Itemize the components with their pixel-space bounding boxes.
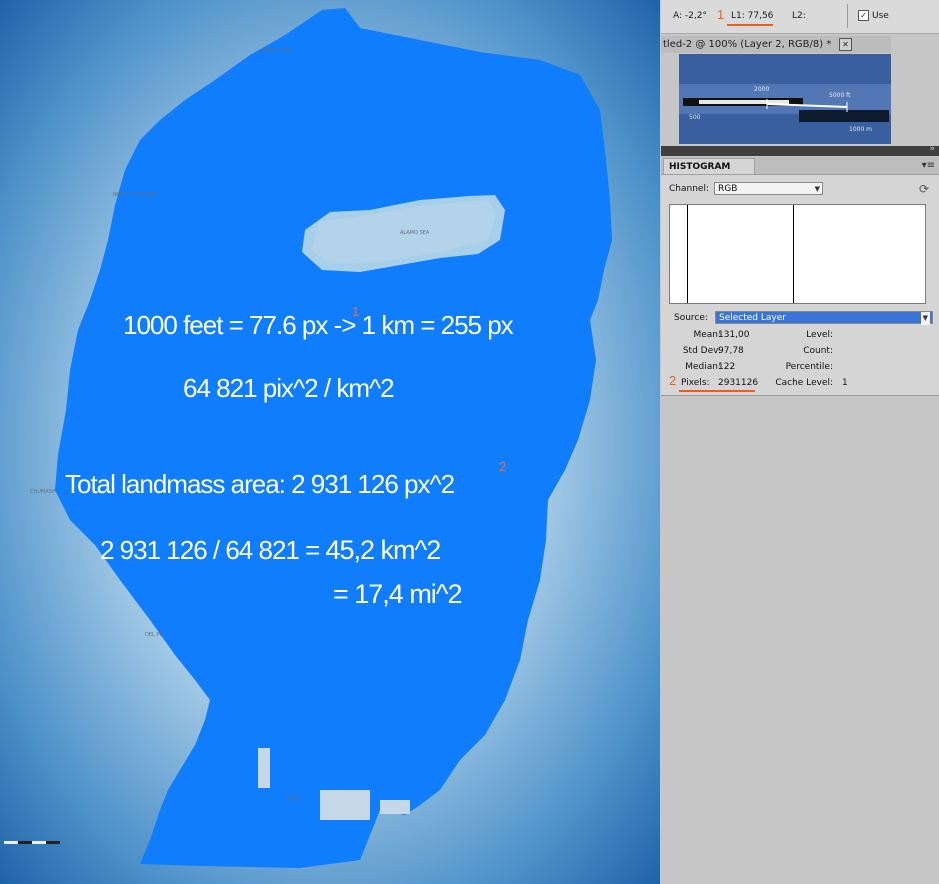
histogram-marker-2: 2 [669, 373, 677, 388]
level-label: Level: [806, 330, 833, 340]
histogram-bar [793, 205, 794, 303]
pixels-label: Pixels: [681, 378, 710, 388]
map-canvas[interactable]: PALETO BAY NORTH CHUMASH CHUMASH DEL PE … [0, 0, 660, 884]
map-label-alamo: ALAMO SEA [400, 230, 430, 236]
map-label-port: PORT [286, 796, 300, 802]
options-marker-1: 1 [717, 7, 725, 22]
count-label: Count: [803, 346, 833, 356]
ruler-options-bar: A: -2,2° 1 L1: 77,56 L2: ✓ Use [661, 0, 939, 34]
channel-select[interactable]: RGB ▼ [714, 182, 823, 195]
map-label-chumash: CHUMASH [30, 489, 56, 495]
median-value: 122 [718, 362, 736, 372]
map-scale-bar [4, 841, 60, 844]
cache-level-value: 1 [842, 378, 848, 388]
thumb-label-500: 500 [689, 114, 701, 121]
annotation-mi2-result: = 17,4 mi^2 [333, 579, 462, 609]
histogram-tab-bar: HISTOGRAM ▾≡ [661, 157, 939, 175]
histogram-graph [669, 204, 926, 304]
thumb-label-2000: 2000 [754, 86, 770, 93]
use-label: Use [872, 11, 889, 21]
channel-value: RGB [718, 184, 738, 194]
annotation-scale-conversion: 1000 feet = 77.6 px -> 1 km = 255 px [123, 310, 514, 340]
annotation-marker-1: 1 [352, 304, 360, 319]
panel-menu-icon[interactable]: ▾≡ [922, 160, 935, 171]
map-label-paleto: PALETO BAY [262, 48, 293, 54]
chevron-down-icon: ▼ [920, 312, 930, 325]
cache-level-label: Cache Level: [775, 378, 833, 388]
source-value: Selected Layer [719, 313, 786, 323]
length-l1-readout: L1: 77,56 [731, 11, 774, 21]
collapse-arrows-icon[interactable]: » [929, 144, 935, 154]
right-panel-area: A: -2,2° 1 L1: 77,56 L2: ✓ Use tled-2 @ … [661, 0, 939, 884]
mean-value: 131,00 [718, 330, 750, 340]
pixels-highlight-underline [679, 390, 755, 392]
panel-collapse-bar[interactable]: » [661, 144, 939, 156]
options-divider [847, 4, 848, 28]
source-label: Source: [674, 313, 708, 323]
map-label-north-chumash: NORTH CHUMASH [113, 192, 158, 198]
angle-readout: A: -2,2° [673, 11, 707, 21]
refresh-icon[interactable]: ⟳ [919, 182, 929, 196]
chevron-down-icon: ▼ [814, 185, 820, 193]
percentile-label: Percentile: [785, 362, 833, 372]
use-checkbox[interactable]: ✓ [858, 10, 869, 21]
source-select[interactable]: Selected Layer ▼ [715, 311, 933, 325]
pixels-value: 2931126 [718, 378, 759, 388]
landmass-selection [55, 8, 612, 868]
channel-label: Channel: [669, 184, 709, 194]
l1-highlight-underline [727, 24, 773, 26]
length-l2-readout: L2: [792, 11, 806, 21]
std-dev-label: Std Dev: [682, 346, 721, 356]
annotation-division-expr: 2 931 126 / 64 821 = [100, 535, 326, 565]
tab-histogram[interactable]: HISTOGRAM [663, 158, 755, 174]
document-tab[interactable]: tled-2 @ 100% (Layer 2, RGB/8) * ✕ [661, 36, 891, 53]
canvas-thumbnail: 2000 5000 ft 1000 m 500 [679, 54, 891, 144]
annotation-pixels-per-km2: 64 821 pix^2 / km^2 [183, 373, 395, 403]
annotation-division: 2 931 126 / 64 821 = 45,2 km^2 [100, 535, 442, 566]
median-label: Median: [685, 362, 721, 372]
histogram-panel: HISTOGRAM ▾≡ Channel: RGB ▼ ⟳ Source: Se… [661, 157, 939, 396]
mean-label: Mean: [693, 330, 721, 340]
std-dev-value: 97,78 [718, 346, 744, 356]
thumb-label-1000m: 1000 m [849, 126, 873, 133]
thumb-label-5000ft: 5000 ft [829, 92, 851, 99]
annotation-marker-2: 2 [499, 459, 507, 474]
close-icon[interactable]: ✕ [839, 38, 852, 51]
map-label-del-perro: DEL PE [145, 632, 163, 638]
histogram-bar [687, 205, 688, 303]
annotation-total-area: Total landmass area: 2 931 126 px^2 [65, 469, 455, 499]
annotation-km2-result: 45,2 km^2 [325, 535, 442, 565]
document-title: tled-2 @ 100% (Layer 2, RGB/8) * [663, 39, 832, 50]
